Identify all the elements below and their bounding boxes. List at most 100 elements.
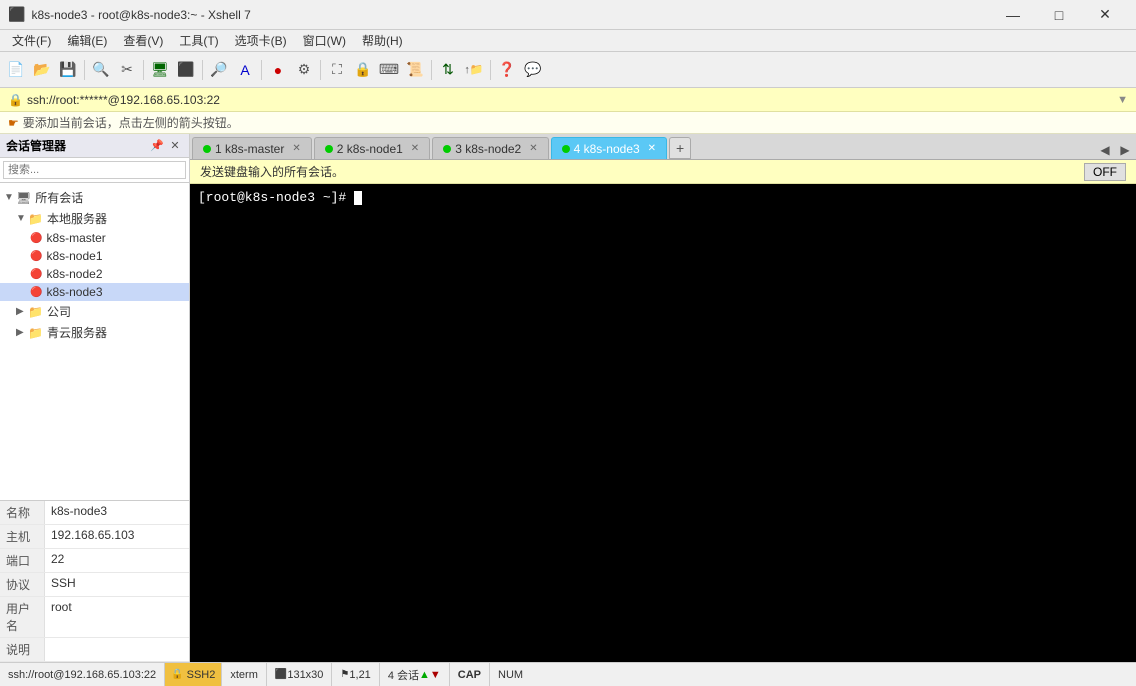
hint-text: 要添加当前会话，点击左侧的箭头按钮。 bbox=[23, 114, 239, 131]
maximize-button[interactable]: □ bbox=[1036, 0, 1082, 30]
menu-item-窗口(W)[interactable]: 窗口(W) bbox=[295, 30, 354, 51]
close-button[interactable]: ✕ bbox=[1082, 0, 1128, 30]
k8s-node1-label: k8s-node1 bbox=[46, 249, 102, 263]
prop-row-port: 端口 22 bbox=[0, 549, 189, 573]
tab-k8s-node3[interactable]: 4 k8s-node3 ✕ bbox=[551, 137, 667, 159]
prop-label-host: 主机 bbox=[0, 525, 45, 548]
sidebar-close-btn[interactable]: ✕ bbox=[167, 138, 183, 154]
chat-btn[interactable]: 💬 bbox=[521, 58, 545, 82]
main-layout: 会话管理器 📌 ✕ ▼ 🖥 所有会话 ▼ 📁 本地服务器 bbox=[0, 134, 1136, 662]
tab-k8s-node2[interactable]: 3 k8s-node2 ✕ bbox=[432, 137, 548, 159]
folder-local-icon: 📁 bbox=[28, 212, 43, 226]
sidebar-header: 会话管理器 📌 ✕ bbox=[0, 134, 189, 158]
menu-item-查看(V)[interactable]: 查看(V) bbox=[115, 30, 171, 51]
tree-item-qingyun[interactable]: ▶ 📁 青云服务器 bbox=[0, 322, 189, 343]
sidebar-pin-btn[interactable]: 📌 bbox=[149, 138, 165, 154]
prop-label-username: 用户名 bbox=[0, 597, 45, 637]
tree-item-k8s-node2[interactable]: 🔴 k8s-node2 bbox=[0, 265, 189, 283]
prop-label-protocol: 协议 bbox=[0, 573, 45, 596]
toolbar-sep-2 bbox=[143, 60, 144, 80]
prop-value-name: k8s-node3 bbox=[45, 501, 189, 524]
keyboard-btn[interactable]: ⌨ bbox=[377, 58, 401, 82]
tab3-close[interactable]: ✕ bbox=[529, 143, 537, 154]
tree-item-k8s-node1[interactable]: 🔴 k8s-node1 bbox=[0, 247, 189, 265]
terminal[interactable]: [root@k8s-node3 ~]# bbox=[190, 184, 1136, 662]
record-btn[interactable]: ● bbox=[266, 58, 290, 82]
search-btn[interactable]: 🔍 bbox=[89, 58, 113, 82]
settings-btn[interactable]: ⚙ bbox=[292, 58, 316, 82]
tab-k8s-node1[interactable]: 2 k8s-node1 ✕ bbox=[314, 137, 430, 159]
tree-item-company[interactable]: ▶ 📁 公司 bbox=[0, 301, 189, 322]
title-bar-controls: — □ ✕ bbox=[990, 0, 1128, 30]
open-btn[interactable]: 📂 bbox=[30, 58, 54, 82]
transfer-btn[interactable]: ⇅ bbox=[436, 58, 460, 82]
toolbar-sep-4 bbox=[261, 60, 262, 80]
ssh-address: ssh://root:******@192.168.65.103:22 bbox=[27, 93, 220, 107]
content-area: 1 k8s-master ✕ 2 k8s-node1 ✕ 3 k8s-node2… bbox=[190, 134, 1136, 662]
tab-prev-btn[interactable]: ◀ bbox=[1096, 141, 1114, 159]
broadcast-off-button[interactable]: OFF bbox=[1084, 163, 1126, 181]
script-btn[interactable]: 📜 bbox=[403, 58, 427, 82]
find-btn[interactable]: 🔎 bbox=[207, 58, 231, 82]
help-btn[interactable]: ❓ bbox=[495, 58, 519, 82]
new-session-btn[interactable]: 📄 bbox=[4, 58, 28, 82]
toolbar: 📄 📂 💾 🔍 ✂ 🖥 ⬛ 🔎 A ● ⚙ ⛶ 🔒 ⌨ 📜 ⇅ ↑📁 ❓ 💬 bbox=[0, 52, 1136, 88]
menu-item-选项卡(B)[interactable]: 选项卡(B) bbox=[227, 30, 295, 51]
connect-btn[interactable]: 🖥 bbox=[148, 58, 172, 82]
prop-row-description: 说明 bbox=[0, 638, 189, 662]
status-num: NUM bbox=[490, 663, 531, 686]
lock-btn[interactable]: 🔒 bbox=[351, 58, 375, 82]
sidebar-search-input[interactable] bbox=[3, 161, 186, 179]
status-path: ssh://root@192.168.65.103:22 bbox=[8, 663, 165, 686]
status-ssh-icon: 🔒 bbox=[171, 669, 183, 680]
expand-local-icon[interactable]: ▼ bbox=[16, 213, 28, 224]
fullscreen-btn[interactable]: ⛶ bbox=[325, 58, 349, 82]
menu-item-工具(T)[interactable]: 工具(T) bbox=[171, 30, 226, 51]
cut-btn[interactable]: ✂ bbox=[115, 58, 139, 82]
menu-item-编辑(E)[interactable]: 编辑(E) bbox=[59, 30, 115, 51]
tree-item-k8s-node3[interactable]: 🔴 k8s-node3 bbox=[0, 283, 189, 301]
folder-company-icon: 📁 bbox=[28, 305, 43, 319]
tab-next-btn[interactable]: ▶ bbox=[1116, 141, 1134, 159]
expand-all-icon[interactable]: ▼ bbox=[4, 192, 16, 203]
minimize-button[interactable]: — bbox=[990, 0, 1036, 30]
tab2-label: 2 k8s-node1 bbox=[337, 142, 403, 156]
upload-btn[interactable]: ↑📁 bbox=[462, 58, 486, 82]
status-terminal-size: ⬛ 131x30 bbox=[267, 663, 333, 686]
company-label: 公司 bbox=[47, 303, 71, 320]
prop-value-description bbox=[45, 638, 189, 661]
menu-item-文件(F)[interactable]: 文件(F) bbox=[4, 30, 59, 51]
all-sessions-label: 所有会话 bbox=[35, 189, 83, 206]
status-position: ⚑ 1,21 bbox=[332, 663, 379, 686]
tab1-close[interactable]: ✕ bbox=[292, 143, 300, 154]
ssh-bar-dropdown[interactable]: ▼ bbox=[1117, 94, 1128, 106]
menu-item-帮助(H)[interactable]: 帮助(H) bbox=[354, 30, 411, 51]
qingyun-label: 青云服务器 bbox=[47, 324, 107, 341]
tab1-dot bbox=[203, 145, 211, 153]
tree-item-k8s-master[interactable]: 🔴 k8s-master bbox=[0, 229, 189, 247]
sidebar-header-controls: 📌 ✕ bbox=[149, 138, 183, 154]
tree-item-local-servers[interactable]: ▼ 📁 本地服务器 bbox=[0, 208, 189, 229]
toolbar-sep-5 bbox=[320, 60, 321, 80]
tab4-close[interactable]: ✕ bbox=[648, 143, 656, 154]
properties-panel: 名称 k8s-node3 主机 192.168.65.103 端口 22 协议 … bbox=[0, 500, 189, 662]
tab2-close[interactable]: ✕ bbox=[411, 143, 419, 154]
add-tab-button[interactable]: + bbox=[669, 137, 691, 159]
ssh-btn[interactable]: ⬛ bbox=[174, 58, 198, 82]
save-btn[interactable]: 💾 bbox=[56, 58, 80, 82]
color-btn[interactable]: A bbox=[233, 58, 257, 82]
status-terminal: xterm bbox=[222, 663, 267, 686]
tab3-dot bbox=[443, 145, 451, 153]
k8s-node3-label: k8s-node3 bbox=[46, 285, 102, 299]
prop-value-port: 22 bbox=[45, 549, 189, 572]
expand-company-icon[interactable]: ▶ bbox=[16, 306, 28, 317]
expand-qingyun-icon[interactable]: ▶ bbox=[16, 327, 28, 338]
tab-k8s-master[interactable]: 1 k8s-master ✕ bbox=[192, 137, 312, 159]
computer-icon: 🖥 bbox=[16, 191, 31, 205]
tree-item-all-sessions[interactable]: ▼ 🖥 所有会话 bbox=[0, 187, 189, 208]
prop-value-protocol: SSH bbox=[45, 573, 189, 596]
server-k8s-master-icon: 🔴 bbox=[30, 233, 42, 244]
prop-row-protocol: 协议 SSH bbox=[0, 573, 189, 597]
prop-label-description: 说明 bbox=[0, 638, 45, 661]
local-servers-label: 本地服务器 bbox=[47, 210, 107, 227]
